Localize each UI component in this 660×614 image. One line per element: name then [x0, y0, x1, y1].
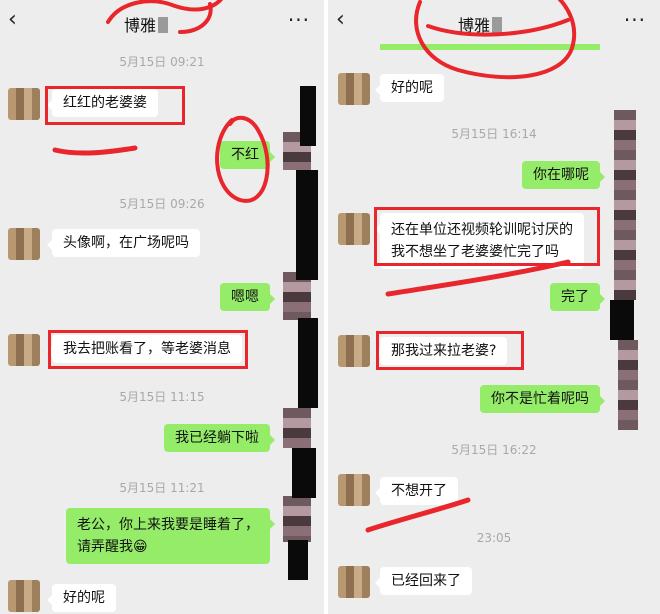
message-bubble[interactable]: 老公，你上来我要是睡着了， 请弄醒我😁	[66, 508, 275, 564]
right-chat-screen: ‹ 博雅 ··· 好的呢 5月15日 16:14 你在哪呢 还在单位还视频轮训呢…	[328, 0, 660, 614]
back-arrow-icon[interactable]: ‹	[8, 9, 17, 31]
message-bubble[interactable]: 你在哪呢	[522, 161, 605, 189]
message-bubble[interactable]: 你不是忙着呢吗	[480, 385, 605, 413]
red-highlight-box	[376, 331, 524, 370]
chat-header: ‹ 博雅 ···	[0, 0, 324, 44]
censored-avatar	[283, 496, 311, 542]
contact-name: 博雅	[124, 12, 169, 36]
contact-avatar[interactable]	[338, 474, 370, 506]
message-line: 请弄醒我😁	[77, 539, 148, 555]
chat-header: ‹ 博雅 ···	[328, 0, 660, 44]
contact-avatar[interactable]	[8, 228, 40, 260]
black-marker-scribble	[298, 318, 318, 408]
timestamp: 5月15日 16:22	[451, 443, 537, 457]
censored-avatar	[283, 408, 311, 448]
more-options-icon[interactable]: ···	[624, 8, 646, 32]
contact-avatar[interactable]	[338, 566, 370, 598]
message-bubble[interactable]: 我已经躺下啦	[164, 424, 275, 452]
screenshot-collage: ‹ 博雅 ··· 5月15日 09:21 红红的老婆婆 不红 5月15日 09:…	[0, 0, 660, 614]
message-bubble[interactable]: 不想开了	[375, 477, 458, 505]
message-bubble[interactable]: 完了	[550, 283, 605, 311]
contact-avatar[interactable]	[338, 213, 370, 245]
timestamp: 5月15日 11:15	[119, 390, 205, 404]
timestamp: 5月15日 16:14	[451, 127, 537, 141]
black-marker-scribble	[296, 170, 318, 280]
contact-avatar[interactable]	[8, 88, 40, 120]
back-arrow-icon[interactable]: ‹	[336, 9, 345, 31]
left-chat-screen: ‹ 博雅 ··· 5月15日 09:21 红红的老婆婆 不红 5月15日 09:…	[0, 0, 324, 614]
contact-avatar[interactable]	[8, 580, 40, 612]
message-bubble[interactable]: 已经回来了	[375, 567, 472, 595]
black-marker-scribble	[610, 300, 634, 340]
contact-name: 博雅	[458, 12, 503, 36]
previous-message-edge	[380, 44, 600, 50]
message-line: 老公，你上来我要是睡着了，	[77, 517, 259, 533]
message-bubble[interactable]: 好的呢	[375, 74, 444, 102]
timestamp: 23:05	[476, 531, 512, 545]
timestamp: 5月15日 11:21	[119, 481, 205, 495]
message-bubble[interactable]: 好的呢	[47, 584, 116, 612]
black-marker-scribble	[300, 86, 316, 146]
contact-avatar[interactable]	[338, 335, 370, 367]
censored-avatar	[618, 340, 638, 430]
message-bubble[interactable]: 嗯嗯	[220, 283, 275, 311]
black-marker-scribble	[292, 448, 316, 498]
message-bubble[interactable]: 头像啊，在广场呢吗	[47, 229, 200, 257]
message-bubble[interactable]: 不红	[220, 141, 275, 169]
black-marker-scribble	[288, 540, 308, 580]
censored-avatar	[614, 110, 636, 300]
name-censor-block	[492, 17, 503, 33]
red-highlight-box	[45, 86, 185, 125]
red-highlight-box	[374, 207, 600, 266]
timestamp: 5月15日 09:21	[119, 55, 205, 69]
contact-avatar[interactable]	[8, 334, 40, 366]
name-censor-block	[158, 17, 169, 33]
red-highlight-box	[48, 330, 248, 369]
timestamp: 5月15日 09:26	[119, 197, 205, 211]
more-options-icon[interactable]: ···	[288, 8, 310, 32]
contact-avatar[interactable]	[338, 73, 370, 105]
